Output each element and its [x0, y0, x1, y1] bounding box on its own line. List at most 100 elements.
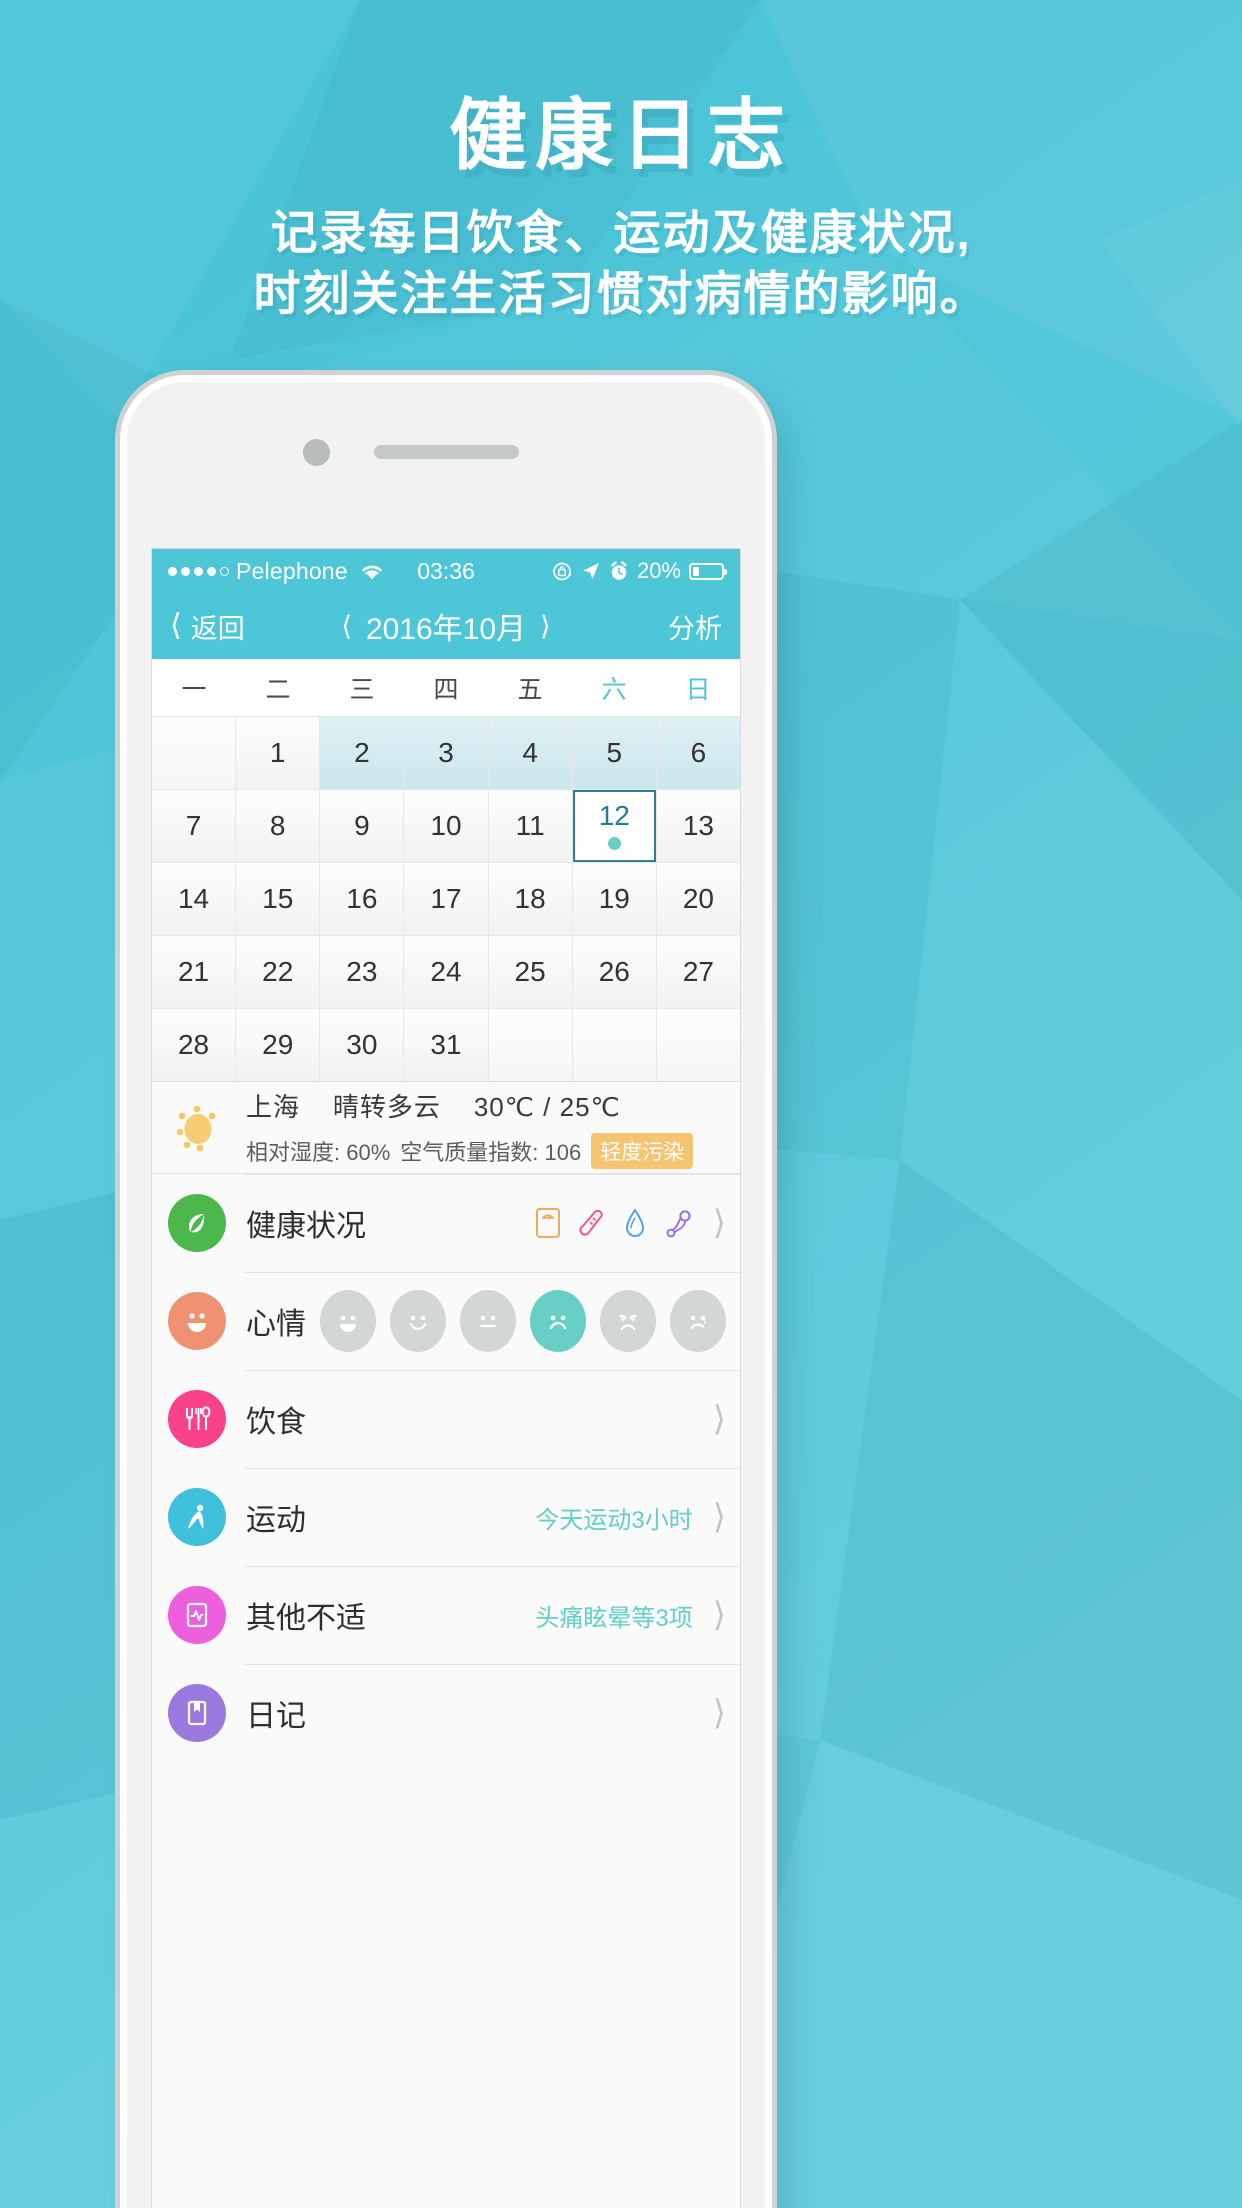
list-item-label: 其他不适: [246, 1602, 366, 1635]
stethoscope-icon[interactable]: [665, 1207, 693, 1239]
calendar-day-number: 6: [690, 737, 707, 768]
weight-scale-icon[interactable]: [535, 1207, 561, 1239]
calendar-day-number: 20: [682, 883, 714, 914]
calendar-day-number: 22: [262, 956, 294, 987]
list-item-other-discomfort[interactable]: 其他不适 头痛眩晕等3项 ⟩: [152, 1566, 740, 1664]
list-item-label: 饮食: [246, 1406, 306, 1439]
leaf-icon: [168, 1194, 226, 1252]
calendar-day-16[interactable]: 16: [320, 863, 404, 935]
calendar-day-marker: [607, 837, 621, 850]
wifi-icon: [359, 562, 385, 581]
month-title-label: 2016年10月: [365, 613, 527, 646]
calendar-day-22[interactable]: 22: [236, 936, 320, 1008]
weekday-header-二: 二: [265, 675, 291, 704]
calendar-day-number: 4: [522, 737, 538, 768]
calendar-day-number: 5: [606, 737, 623, 768]
signal-strength-icon: [168, 566, 229, 576]
sun-cloud-icon: [168, 1100, 230, 1156]
calendar-day-13[interactable]: 13: [656, 790, 740, 862]
mood-selector[interactable]: [320, 1290, 726, 1352]
calendar-day-2[interactable]: 2: [320, 717, 404, 789]
crying-face-icon[interactable]: [670, 1290, 726, 1352]
calendar-day-27[interactable]: 27: [656, 936, 740, 1008]
calendar-day-23[interactable]: 23: [320, 936, 404, 1008]
calendar-day-20[interactable]: 20: [656, 863, 740, 935]
list-item-diary[interactable]: 日记 ⟩: [152, 1664, 740, 1762]
calendar-day-15[interactable]: 15: [236, 863, 320, 935]
weather-condition: 晴转多云: [332, 1091, 441, 1122]
calendar-day-8[interactable]: 8: [236, 790, 320, 862]
calendar-day-18[interactable]: 18: [488, 863, 572, 935]
calendar-day-17[interactable]: 17: [404, 863, 488, 935]
running-person-icon: [168, 1488, 226, 1546]
calendar-day-number: 8: [269, 810, 286, 841]
calendar-day-1[interactable]: 1: [236, 717, 320, 789]
calendar-day-number: 23: [346, 956, 378, 987]
blood-drop-icon[interactable]: [623, 1207, 647, 1239]
calendar-day-number: 3: [438, 737, 454, 768]
calendar-day-number: 21: [177, 956, 210, 987]
weekday-header-六: 六: [601, 675, 627, 704]
calendar-grid[interactable]: 1 2 3 4 5 6 7 8 9 10 11 12 13 14 15 16 17 18 19 20 21 22 23 24 2…: [152, 717, 740, 1082]
calendar-day-number: 29: [262, 1029, 294, 1060]
calendar-day-6[interactable]: 6: [656, 717, 740, 789]
frowning-face-icon[interactable]: [530, 1290, 586, 1352]
calendar-day-11[interactable]: 11: [488, 790, 572, 862]
health-metric-icons: ⟩: [535, 1206, 726, 1240]
status-bar: Pelephone 03:36 20%: [152, 549, 740, 593]
calendar-day-25[interactable]: 25: [488, 936, 572, 1008]
next-month-button[interactable]: ⟩: [540, 612, 551, 640]
calendar-day-30[interactable]: 30: [320, 1009, 404, 1081]
calendar-day-12[interactable]: 12: [572, 790, 656, 862]
prev-month-button[interactable]: ⟨: [341, 612, 352, 640]
calendar-day-number: 7: [185, 810, 202, 841]
list-item-right: ⟩: [705, 1696, 726, 1730]
rotation-lock-icon: [552, 561, 573, 582]
calendar-day-number: 10: [430, 810, 462, 841]
page-title: 健康日志: [448, 91, 793, 179]
chevron-right-icon: ⟩: [712, 1596, 726, 1634]
calendar-day-24[interactable]: 24: [404, 936, 488, 1008]
calendar-day-5[interactable]: 5: [572, 717, 656, 789]
calendar-day-31[interactable]: 31: [404, 1009, 488, 1081]
chevron-right-icon: ⟩: [712, 1694, 726, 1732]
neutral-face-icon[interactable]: [460, 1290, 516, 1352]
calendar-day-29[interactable]: 29: [236, 1009, 320, 1081]
phone-top-bezel: [127, 382, 765, 552]
status-bar-right: 20%: [552, 558, 727, 584]
list-item-mood[interactable]: 心情: [152, 1272, 740, 1370]
list-item-exercise[interactable]: 运动 今天运动3小时 ⟩: [152, 1468, 740, 1566]
thermometer-icon[interactable]: [579, 1207, 605, 1239]
back-button[interactable]: ⟨ 返回: [170, 607, 245, 646]
calendar-day-3[interactable]: 3: [404, 717, 488, 789]
list-item-diet[interactable]: 饮食 ⟩: [152, 1370, 740, 1468]
chevron-right-icon: ⟩: [712, 1204, 726, 1242]
list-item-right: 今天运动3小时 ⟩: [535, 1500, 726, 1535]
navigation-bar: ⟨ 返回 ⟨ 2016年10月 ⟩ 分析: [152, 593, 740, 659]
calendar-day-28[interactable]: 28: [152, 1009, 236, 1081]
laughing-face-icon[interactable]: [320, 1290, 376, 1352]
list-item-health-status[interactable]: 健康状况 ⟩: [152, 1174, 740, 1272]
analysis-button[interactable]: 分析: [668, 607, 722, 646]
worried-face-icon[interactable]: [600, 1290, 656, 1352]
calendar-day-9[interactable]: 9: [320, 790, 404, 862]
calendar-day-number: 18: [514, 883, 546, 914]
promo-subtitle: 记录每日饮食、运动及健康状况, 时刻关注生活习惯对病情的影响。: [0, 202, 1242, 324]
calendar-day-number: 25: [514, 956, 546, 987]
calendar-day-4[interactable]: 4: [488, 717, 572, 789]
battery-percent-label: 20%: [636, 558, 681, 583]
calendar-day-number: 12: [598, 800, 630, 831]
aqi-level-badge: 轻度污染: [591, 1132, 694, 1169]
calendar-day-7[interactable]: 7: [152, 790, 236, 862]
calendar-day-21[interactable]: 21: [152, 936, 236, 1008]
calendar-day-10[interactable]: 10: [404, 790, 488, 862]
front-camera-icon: [303, 439, 330, 466]
calendar-day-26[interactable]: 26: [572, 936, 656, 1008]
cutlery-icon: [168, 1390, 226, 1448]
calendar-day-14[interactable]: 14: [152, 863, 236, 935]
calendar-day-number: 13: [682, 810, 714, 841]
calendar-day-number: 2: [354, 737, 370, 768]
smiling-face-icon[interactable]: [390, 1290, 446, 1352]
calendar-day-19[interactable]: 19: [572, 863, 656, 935]
alarm-clock-icon: [609, 560, 629, 582]
